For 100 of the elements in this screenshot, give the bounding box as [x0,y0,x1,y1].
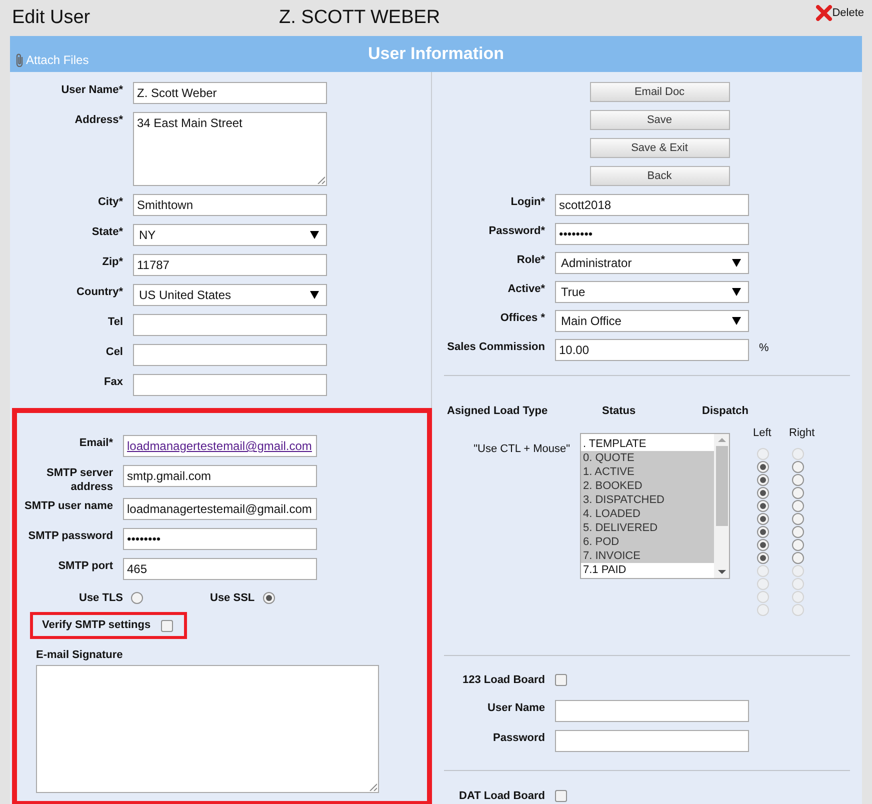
status-option[interactable]: 2. BOOKED [581,478,714,492]
dropdown-caret-icon [310,231,319,239]
status-option[interactable]: 6. POD [581,534,714,548]
verify-label: Verify SMTP settings [42,618,151,634]
column-heading: Left [753,426,772,440]
checkbox[interactable] [555,674,567,686]
column-heading: Asigned Load Type [446,404,549,419]
percent-sign: % [759,341,769,356]
radio-button[interactable] [262,592,275,604]
radio-button[interactable] [757,552,769,564]
input-field[interactable] [555,700,749,722]
action-button[interactable]: Save [590,110,730,130]
field-label: Offices * [499,311,545,325]
input-field[interactable]: Z. Scott Weber [133,82,327,104]
dropdown[interactable]: True [555,281,749,303]
delete-button[interactable]: Delete [816,5,864,22]
input-field[interactable] [555,730,749,752]
radio-button[interactable] [757,539,769,551]
radio-button[interactable] [757,487,769,499]
checkbox[interactable] [555,790,567,802]
input-field[interactable]: scott2018 [555,194,749,216]
field-label: Address* [74,113,123,127]
dropdown-caret-icon [732,288,741,296]
field-label: Password* [488,224,545,238]
radio-button[interactable] [757,474,769,486]
radio-button[interactable] [131,592,144,604]
field-label: Password [492,730,545,744]
field-label: Active* [506,282,545,296]
dropdown[interactable]: Main Office [555,310,749,332]
input-field[interactable]: Smithtown [133,194,327,216]
resize-grip-icon [369,782,377,790]
user-title: Z. SCOTT WEBER [279,6,440,30]
input-field[interactable] [133,344,327,366]
field-label: Tel [106,315,123,329]
radio-button[interactable] [792,552,804,564]
field-label: SMTP port [57,559,113,573]
dropdown[interactable]: NY [133,224,327,246]
checkbox[interactable] [160,620,173,632]
field-label: SMTP password [27,529,113,543]
input-field[interactable]: loadmanagertestemail@gmail.com [123,498,317,520]
column-heading: Dispatch [702,404,748,419]
field-label: Cel [104,345,123,359]
dropdown-caret-icon [310,291,319,299]
section-title: User Information [368,43,504,66]
radio-button[interactable] [792,461,804,473]
field-label: City* [96,195,123,209]
radio-button[interactable] [792,487,804,499]
radio-button[interactable] [757,526,769,538]
field-label: State* [90,225,123,239]
paperclip-icon [15,53,25,67]
scrollbar-thumb[interactable] [716,446,728,526]
email-link[interactable]: loadmanagertestemail@gmail.com [127,437,312,455]
column-heading: Status [602,404,637,419]
input-field[interactable]: 465 [123,558,317,580]
status-option[interactable]: 3. DISPATCHED [581,492,714,506]
input-field[interactable]: smtp.gmail.com [123,465,317,487]
column-heading: Right [789,426,815,440]
input-field[interactable]: 11787 [133,254,327,276]
option-label: Use SSL [210,590,255,606]
field-label: Role* [516,253,545,267]
signature-field[interactable] [36,664,379,792]
field-label: Fax [103,375,123,389]
input-field[interactable]: loadmanagertestemail@gmail.com [123,435,317,457]
input-field[interactable]: •••••••• [123,528,317,550]
field-label: SMTP server address [46,466,113,494]
dropdown-caret-icon [732,259,741,267]
radio-button[interactable] [792,474,804,486]
radio-button[interactable] [792,539,804,551]
field-label: Country* [76,285,123,299]
field-label: SMTP user name [24,499,113,513]
input-field[interactable]: 10.00 [555,339,749,361]
radio-button[interactable] [792,526,804,538]
field-label: Sales Commission [446,340,545,354]
status-list[interactable]: . TEMPLATE 0. QUOTE 1. ACTIVE 2. BOOKED 3. DISPATCHED 4. LOADED 5. DELIVERED 6. POD 7. INVOICE 7.1 PAID [580,432,730,578]
radio-button[interactable] [792,513,804,525]
page-title: Edit User [12,6,92,30]
action-button[interactable]: Back [590,166,730,186]
input-field[interactable] [133,374,327,396]
dropdown[interactable]: Administrator [555,252,749,274]
status-option[interactable]: 7. INVOICE [581,548,714,562]
dropdown[interactable]: US United States [133,284,327,306]
radio-button[interactable] [757,461,769,473]
field-label: Zip* [101,255,123,269]
radio-button[interactable] [757,500,769,512]
radio-button[interactable] [757,513,769,525]
close-icon [816,5,832,22]
status-option[interactable]: 4. LOADED [581,506,714,520]
field-label: Email* [78,436,113,450]
radio-button[interactable] [792,500,804,512]
status-option[interactable]: 0. QUOTE [581,450,714,464]
action-button[interactable]: Save & Exit [590,138,730,158]
status-option[interactable]: 1. ACTIVE [581,464,714,478]
status-option[interactable]: 5. DELIVERED [581,520,714,534]
field-label: User Name [486,700,545,714]
address-field[interactable]: 34 East Main Street [133,112,327,186]
action-button[interactable]: Email Doc [590,82,730,102]
board-label: DAT Load Board [458,788,545,804]
dropdown-caret-icon [732,317,741,325]
input-field[interactable]: •••••••• [555,223,749,245]
input-field[interactable] [133,314,327,336]
